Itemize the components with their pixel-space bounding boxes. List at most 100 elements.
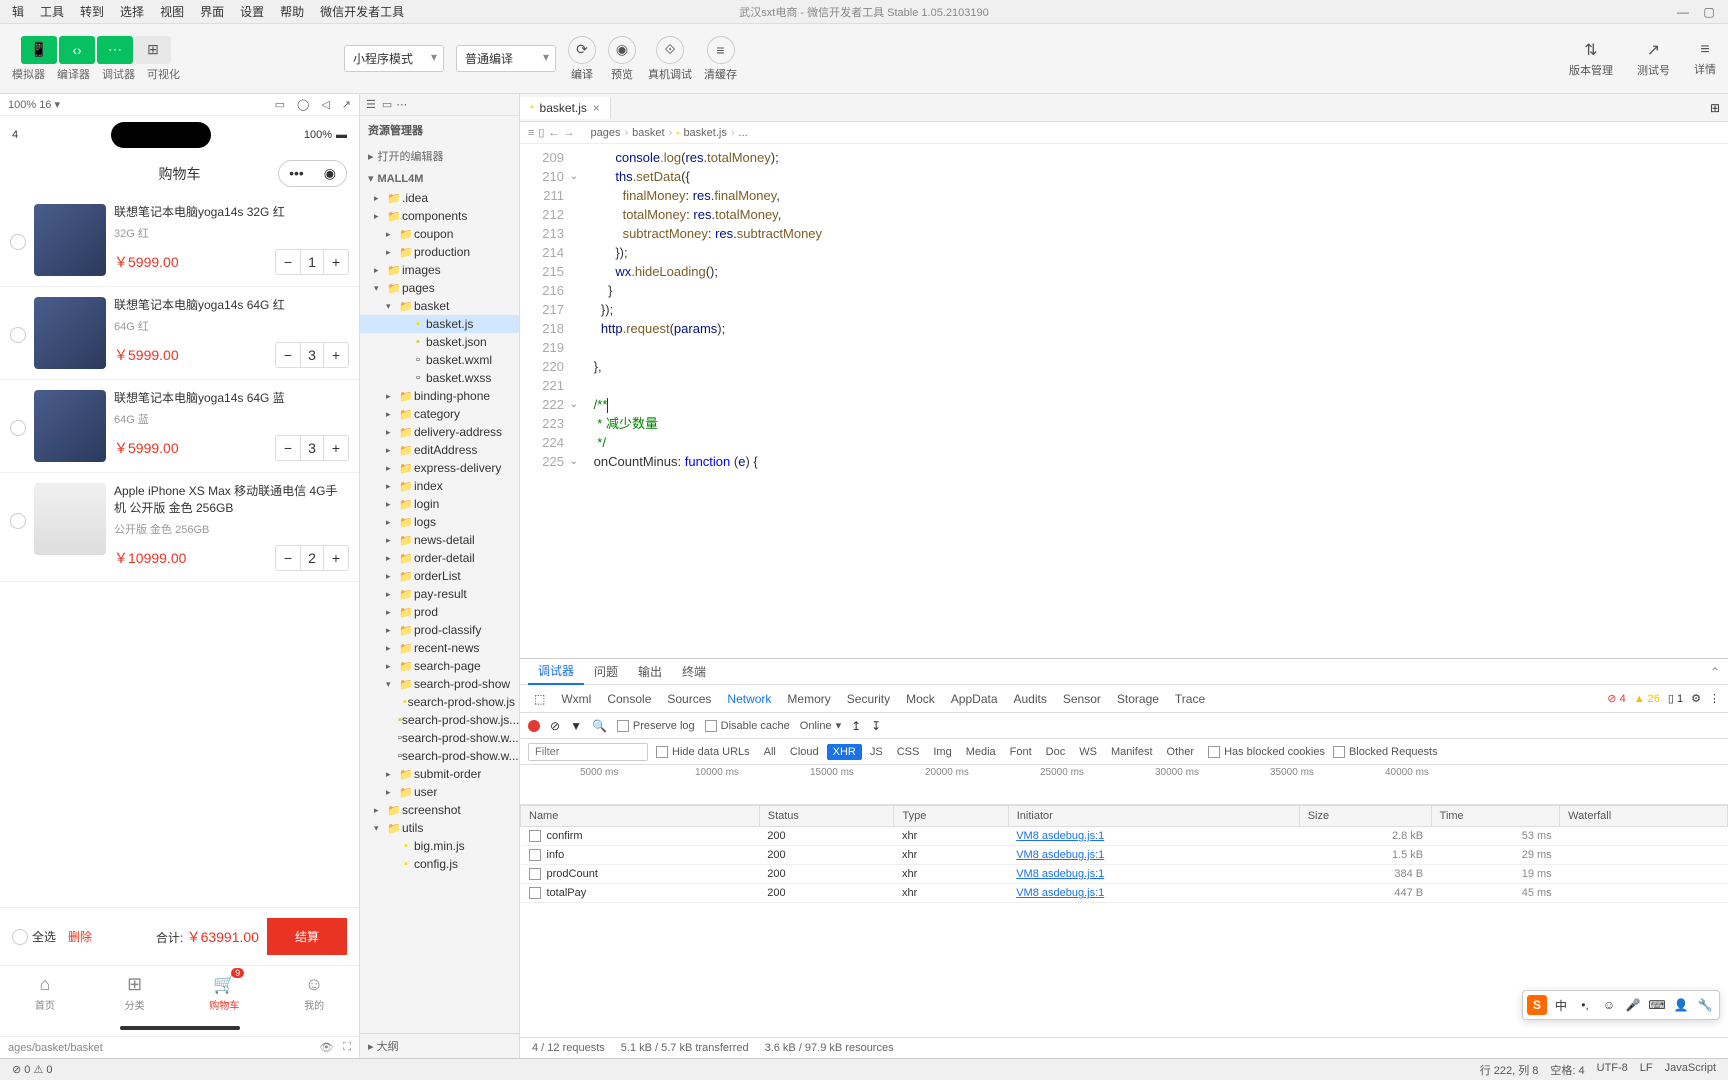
outline-section[interactable]: ▸ 大纲	[360, 1033, 519, 1058]
test-account-button[interactable]: ↗测试号	[1637, 40, 1670, 78]
folder-node[interactable]: ▸📁delivery-address	[360, 423, 519, 441]
filter-chip[interactable]: All	[758, 744, 782, 760]
ime-keyboard-btn[interactable]: ⌨	[1647, 995, 1667, 1015]
devtools-tab[interactable]: Wxml	[553, 688, 599, 710]
folder-node[interactable]: ▸📁index	[360, 477, 519, 495]
tab-item[interactable]: ⊞分类	[90, 966, 180, 1020]
table-header[interactable]: Status	[759, 806, 894, 827]
folder-node[interactable]: ▾📁utils	[360, 819, 519, 837]
device-icon[interactable]: ▭	[275, 98, 285, 111]
menu-item[interactable]: 工具	[32, 1, 72, 22]
qty-minus[interactable]: −	[276, 250, 300, 274]
list-icon[interactable]: ☰	[366, 98, 376, 111]
ime-tool-btn[interactable]: 🔧	[1695, 995, 1715, 1015]
item-checkbox[interactable]	[10, 513, 26, 529]
filter-chip[interactable]: JS	[864, 744, 889, 760]
throttle-dropdown[interactable]: Online ▾	[800, 719, 841, 732]
filter-chip[interactable]: Doc	[1040, 744, 1072, 760]
folder-node[interactable]: ▸📁production	[360, 243, 519, 261]
file-node[interactable]: ▪search-prod-show.js...	[360, 711, 519, 729]
preview-button[interactable]: ◉	[608, 36, 636, 64]
file-node[interactable]: ▪search-prod-show.js	[360, 693, 519, 711]
folder-node[interactable]: ▸📁news-detail	[360, 531, 519, 549]
folder-node[interactable]: ▸📁logs	[360, 513, 519, 531]
download-icon[interactable]: ↧	[871, 719, 881, 733]
expand-icon[interactable]: ⛶	[343, 1041, 351, 1054]
folder-node[interactable]: ▸📁coupon	[360, 225, 519, 243]
search-input[interactable]	[411, 99, 520, 111]
menu-item[interactable]: 设置	[232, 1, 272, 22]
table-header[interactable]: Waterfall	[1560, 806, 1728, 827]
table-row[interactable]: totalPay200xhrVM8 asdebug.js:1447 B45 ms	[521, 884, 1728, 903]
folder-node[interactable]: ▸📁login	[360, 495, 519, 513]
ime-lang-btn[interactable]: 中	[1551, 995, 1571, 1015]
search-icon[interactable]: 🔍	[592, 719, 607, 733]
item-checkbox[interactable]	[10, 327, 26, 343]
preserve-log-checkbox[interactable]: Preserve log	[617, 720, 695, 732]
file-node[interactable]: ▪big.min.js	[360, 837, 519, 855]
maximize-button[interactable]: ▢	[1702, 5, 1716, 19]
record-button[interactable]	[528, 720, 540, 732]
menu-item[interactable]: 辑	[4, 1, 32, 22]
devtools-tab[interactable]: Console	[599, 688, 659, 710]
nav-fwd-icon[interactable]: →	[563, 127, 574, 139]
ime-logo[interactable]: S	[1527, 995, 1547, 1015]
product-image[interactable]	[34, 483, 106, 555]
ime-user-btn[interactable]: 👤	[1671, 995, 1691, 1015]
folder-node[interactable]: ▸📁search-page	[360, 657, 519, 675]
menu-item[interactable]: 视图	[152, 1, 192, 22]
visualize-button[interactable]: ⊞	[135, 36, 171, 64]
home-icon[interactable]: ◯	[297, 98, 309, 111]
remote-debug-button[interactable]: ⟐	[656, 36, 684, 64]
menu-item[interactable]: 选择	[112, 1, 152, 22]
product-image[interactable]	[34, 204, 106, 276]
table-header[interactable]: Size	[1299, 806, 1431, 827]
filter-chip[interactable]: Other	[1161, 744, 1201, 760]
filter-icon[interactable]: ▼	[570, 719, 582, 733]
eol-status[interactable]: LF	[1640, 1062, 1653, 1078]
item-checkbox[interactable]	[10, 234, 26, 250]
devtools-tab[interactable]: Network	[719, 688, 779, 710]
simulator-button[interactable]: 📱	[21, 36, 57, 64]
qty-plus[interactable]: +	[324, 343, 348, 367]
folder-node[interactable]: ▸📁orderList	[360, 567, 519, 585]
folder-node[interactable]: ▸📁express-delivery	[360, 459, 519, 477]
version-control-button[interactable]: ⇅版本管理	[1569, 40, 1613, 78]
tab-item[interactable]: 🛒购物车9	[180, 966, 270, 1020]
lang-status[interactable]: JavaScript	[1665, 1062, 1716, 1078]
ime-voice-btn[interactable]: 🎤	[1623, 995, 1643, 1015]
menu-item[interactable]: 微信开发者工具	[312, 1, 412, 22]
folder-node[interactable]: ▾📁pages	[360, 279, 519, 297]
table-header[interactable]: Name	[521, 806, 760, 827]
devtools-tab[interactable]: Audits	[1006, 688, 1055, 710]
table-row[interactable]: confirm200xhrVM8 asdebug.js:12.8 kB53 ms	[521, 827, 1728, 846]
devtools-tab[interactable]: Security	[839, 688, 898, 710]
filter-chip[interactable]: Font	[1004, 744, 1038, 760]
details-button[interactable]: ≡详情	[1694, 41, 1716, 77]
file-node[interactable]: ▫search-prod-show.w...	[360, 729, 519, 747]
folder-node[interactable]: ▸📁editAddress	[360, 441, 519, 459]
blocked-requests-checkbox[interactable]: Blocked Requests	[1333, 746, 1438, 758]
folder-node[interactable]: ▸📁prod-classify	[360, 621, 519, 639]
file-node[interactable]: ▪basket.json	[360, 333, 519, 351]
back-icon[interactable]: ◁	[321, 98, 329, 111]
table-row[interactable]: info200xhrVM8 asdebug.js:11.5 kB29 ms	[521, 846, 1728, 865]
folder-node[interactable]: ▸📁prod	[360, 603, 519, 621]
compile-button[interactable]: ⟳	[568, 36, 596, 64]
folder-node[interactable]: ▾📁search-prod-show	[360, 675, 519, 693]
qty-plus[interactable]: +	[324, 436, 348, 460]
table-header[interactable]: Type	[894, 806, 1008, 827]
blocked-cookies-checkbox[interactable]: Has blocked cookies	[1208, 746, 1325, 758]
editor-button[interactable]: ‹›	[59, 36, 95, 64]
folder-node[interactable]: ▸📁recent-news	[360, 639, 519, 657]
collapse-icon[interactable]: ⌃	[1710, 665, 1720, 679]
editor-tab[interactable]: ▪ basket.js ×	[520, 97, 611, 119]
lines-icon[interactable]: ≡	[528, 127, 534, 139]
ruler-icon[interactable]: ▭	[382, 98, 392, 111]
devtools-subtab[interactable]: 调试器	[528, 658, 584, 685]
ime-emoji-btn[interactable]: ☺	[1599, 995, 1619, 1015]
filter-chip[interactable]: Cloud	[784, 744, 825, 760]
folder-node[interactable]: ▾📁basket	[360, 297, 519, 315]
item-checkbox[interactable]	[10, 420, 26, 436]
filter-input[interactable]	[528, 743, 648, 761]
